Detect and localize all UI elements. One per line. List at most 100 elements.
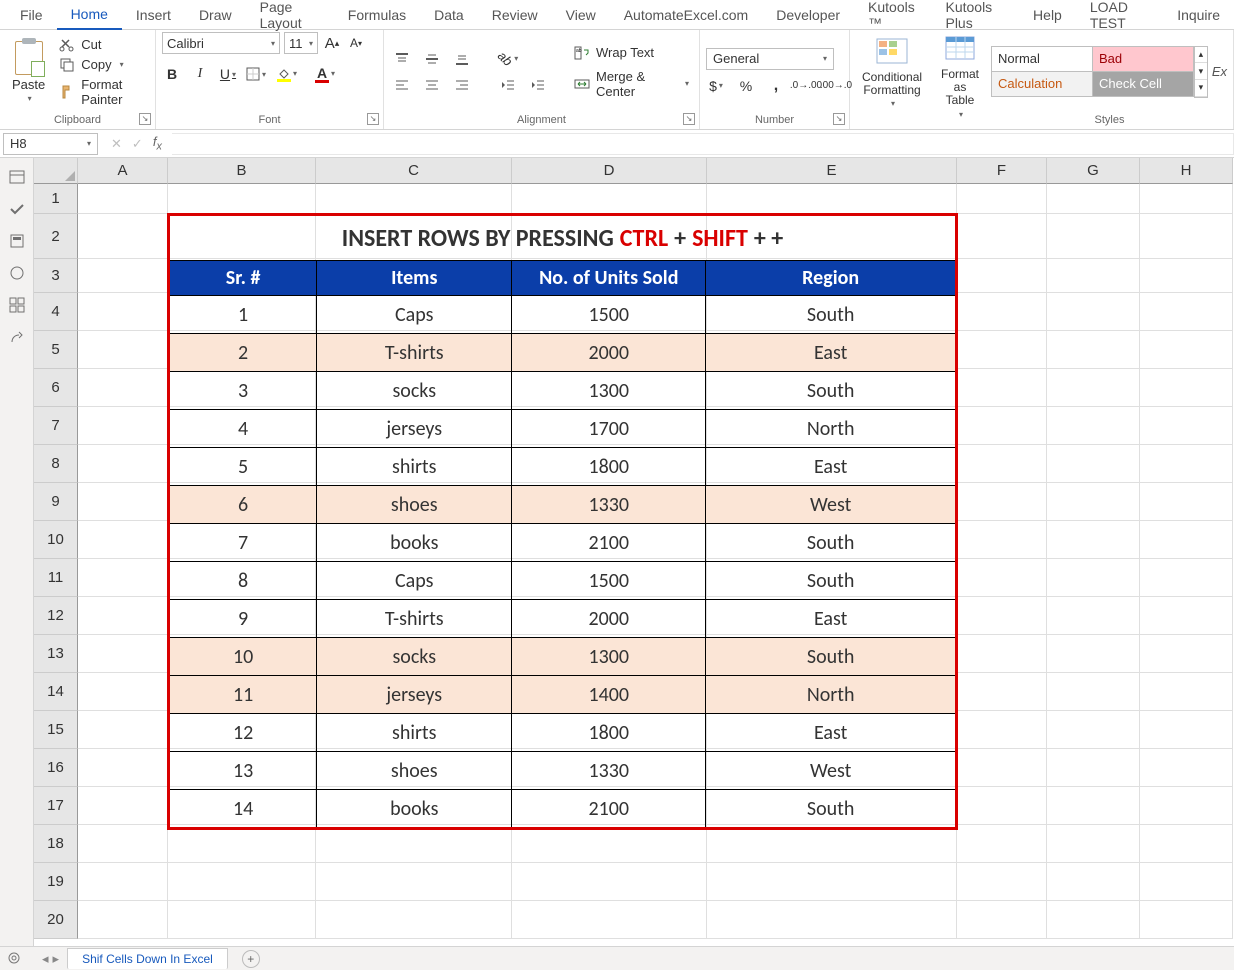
table-cell[interactable]: jerseys	[317, 410, 512, 447]
row-header-16[interactable]: 16	[34, 749, 78, 787]
tab-file[interactable]: File	[6, 1, 57, 29]
table-cell[interactable]: shoes	[317, 486, 512, 523]
cell[interactable]	[957, 214, 1047, 259]
row-header-8[interactable]: 8	[34, 445, 78, 483]
cell[interactable]	[1047, 749, 1140, 787]
table-cell[interactable]: 14	[170, 790, 317, 827]
cell[interactable]	[78, 483, 168, 521]
cell[interactable]	[78, 559, 168, 597]
sheet-prev-icon[interactable]: ◂	[42, 951, 49, 967]
cell[interactable]	[78, 259, 168, 293]
table-cell[interactable]: Caps	[317, 296, 512, 333]
cell[interactable]	[168, 184, 316, 214]
table-cell[interactable]: West	[706, 486, 955, 523]
row-header-14[interactable]: 14	[34, 673, 78, 711]
row-header-9[interactable]: 9	[34, 483, 78, 521]
cell[interactable]	[1047, 214, 1140, 259]
tab-review[interactable]: Review	[478, 1, 552, 29]
gear-icon[interactable]	[6, 950, 22, 966]
decrease-decimal-button[interactable]: .00→.0	[826, 76, 846, 96]
col-header-E[interactable]: E	[707, 158, 957, 184]
col-header-C[interactable]: C	[316, 158, 512, 184]
merge-center-button[interactable]: Merge & Center ▾	[570, 67, 693, 101]
cell[interactable]	[1047, 787, 1140, 825]
cell[interactable]	[707, 184, 957, 214]
font-size-select[interactable]: 11▾	[284, 32, 318, 54]
increase-decimal-button[interactable]: .0→.00	[796, 76, 816, 96]
table-cell[interactable]: 4	[170, 410, 317, 447]
table-cell[interactable]: shoes	[317, 752, 512, 789]
cell[interactable]	[1047, 711, 1140, 749]
dialog-launcher-icon[interactable]: ↘	[683, 113, 695, 125]
table-cell[interactable]: 1800	[512, 714, 706, 751]
table-cell[interactable]: 8	[170, 562, 317, 599]
table-cell[interactable]: socks	[317, 372, 512, 409]
table-cell[interactable]: shirts	[317, 448, 512, 485]
table-cell[interactable]: T-shirts	[317, 334, 512, 371]
row-header-13[interactable]: 13	[34, 635, 78, 673]
font-name-select[interactable]: Calibri▾	[162, 32, 280, 54]
cell[interactable]	[1047, 521, 1140, 559]
accounting-format-button[interactable]: $▾	[706, 76, 726, 96]
cell[interactable]	[78, 825, 168, 863]
align-middle-button[interactable]	[420, 49, 444, 69]
grid-area[interactable]: ABCDEFGH 1234567891011121314151617181920…	[34, 158, 1234, 946]
row-header-4[interactable]: 4	[34, 293, 78, 331]
cell[interactable]	[957, 521, 1047, 559]
borders-button[interactable]: ▾	[246, 64, 266, 84]
row-header-10[interactable]: 10	[34, 521, 78, 559]
cell[interactable]	[1140, 293, 1233, 331]
style-check-cell[interactable]: Check Cell	[1092, 71, 1194, 97]
rail-icon-4[interactable]	[8, 264, 26, 282]
sheet-next-icon[interactable]: ▸	[53, 951, 60, 967]
format-painter-button[interactable]: Format Painter	[55, 76, 149, 108]
table-cell[interactable]: 2000	[512, 600, 706, 637]
cell[interactable]	[78, 635, 168, 673]
cell[interactable]	[78, 711, 168, 749]
tab-formulas[interactable]: Formulas	[334, 1, 420, 29]
rail-icon-1[interactable]	[8, 168, 26, 186]
table-cell[interactable]: 2	[170, 334, 317, 371]
cell[interactable]	[957, 445, 1047, 483]
cell[interactable]	[1140, 635, 1233, 673]
table-cell[interactable]: 1	[170, 296, 317, 333]
rail-icon-5[interactable]	[8, 296, 26, 314]
cell[interactable]	[1140, 711, 1233, 749]
fx-icon[interactable]: fx	[153, 134, 162, 153]
cell[interactable]	[1140, 863, 1233, 901]
cell[interactable]	[1140, 825, 1233, 863]
tab-draw[interactable]: Draw	[185, 1, 246, 29]
cell[interactable]	[1140, 901, 1233, 939]
cell[interactable]	[512, 825, 707, 863]
percent-format-button[interactable]: %	[736, 76, 756, 96]
col-header-D[interactable]: D	[512, 158, 707, 184]
cell[interactable]	[1140, 597, 1233, 635]
table-cell[interactable]: 9	[170, 600, 317, 637]
cells-layer[interactable]: INSERT ROWS BY PRESSING CTRL + SHIFT + +…	[78, 184, 1233, 939]
cell[interactable]	[1140, 521, 1233, 559]
cell[interactable]	[78, 331, 168, 369]
row-header-19[interactable]: 19	[34, 863, 78, 901]
cell[interactable]	[1047, 635, 1140, 673]
cell[interactable]	[512, 863, 707, 901]
cell[interactable]	[957, 597, 1047, 635]
decrease-indent-button[interactable]	[496, 75, 520, 95]
tab-data[interactable]: Data	[420, 1, 478, 29]
tab-insert[interactable]: Insert	[122, 1, 185, 29]
cell[interactable]	[168, 901, 316, 939]
cell[interactable]	[1047, 673, 1140, 711]
table-cell[interactable]: 1300	[512, 638, 706, 675]
underline-button[interactable]: U▾	[218, 64, 238, 84]
cell[interactable]	[957, 407, 1047, 445]
table-cell[interactable]: 12	[170, 714, 317, 751]
row-header-3[interactable]: 3	[34, 259, 78, 293]
cell[interactable]	[78, 901, 168, 939]
cell[interactable]	[1140, 445, 1233, 483]
styles-gallery-expand[interactable]: ▴ ▾ ▾	[1194, 46, 1208, 98]
row-header-15[interactable]: 15	[34, 711, 78, 749]
cell[interactable]	[78, 369, 168, 407]
cell[interactable]	[1140, 369, 1233, 407]
cell[interactable]	[1047, 597, 1140, 635]
cell[interactable]	[707, 825, 957, 863]
cell[interactable]	[316, 184, 512, 214]
